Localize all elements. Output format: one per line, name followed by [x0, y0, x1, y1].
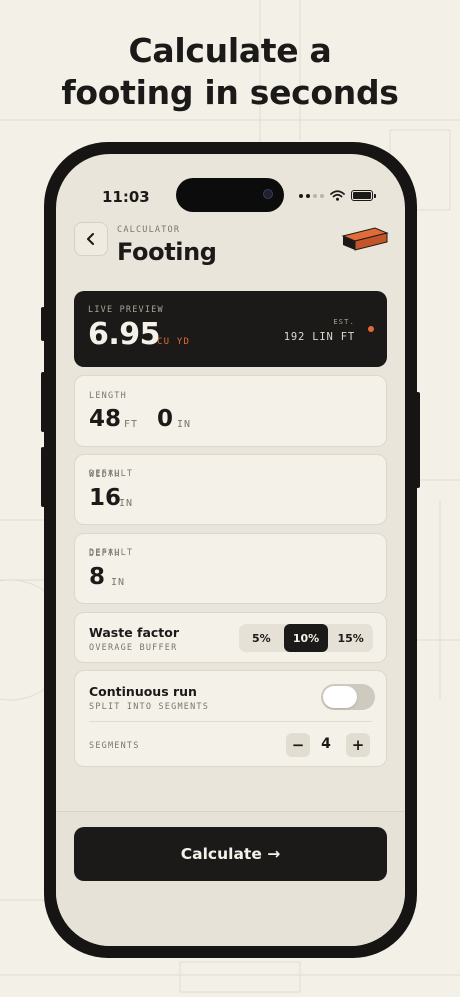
preview-linear-feet: 192 LIN FT	[283, 331, 355, 343]
width-unit: IN	[119, 498, 134, 509]
depth-default-badge: DEFAULT	[89, 548, 134, 558]
continuous-run-card: Continuous run SPLIT INTO SEGMENTS SEGME…	[74, 670, 387, 767]
cellular-icon	[299, 193, 324, 198]
calculate-button[interactable]: Calculate →	[74, 827, 387, 881]
waste-option-15[interactable]: 15%	[328, 624, 373, 652]
waste-factor-card: Waste factor OVERAGE BUFFER 5% 10% 15%	[74, 612, 387, 663]
battery-icon	[351, 190, 376, 201]
width-field[interactable]: WIDTH DEFAULT 16 IN	[74, 454, 387, 525]
page-title: Footing	[117, 238, 217, 266]
length-feet-value[interactable]: 48	[89, 406, 121, 432]
length-field[interactable]: LENGTH 48 FT 0 IN	[74, 375, 387, 447]
camera-icon	[263, 189, 273, 199]
length-feet-unit: FT	[124, 419, 139, 430]
phone-side-button	[41, 307, 45, 341]
phone-frame: 11:03 CALCULATOR Footing LIVE PREVIEW 6.…	[41, 142, 420, 958]
width-default-badge: DEFAULT	[89, 469, 134, 479]
length-label: LENGTH	[89, 391, 127, 401]
phone-power-button	[416, 392, 420, 488]
preview-volume-value: 6.95	[88, 317, 161, 352]
app-screen: 11:03 CALCULATOR Footing LIVE PREVIEW 6.…	[56, 154, 405, 946]
depth-unit: IN	[111, 577, 126, 588]
preview-volume-unit: CU YD	[157, 337, 191, 347]
depth-value[interactable]: 8	[89, 564, 105, 590]
status-time: 11:03	[102, 188, 150, 206]
segments-value: 4	[321, 736, 331, 752]
headline-line-1: Calculate a	[128, 31, 332, 70]
headline-line-2: footing in seconds	[61, 73, 399, 112]
waste-factor-title: Waste factor	[89, 625, 180, 640]
live-preview-card: LIVE PREVIEW 6.95 CU YD EST. 192 LIN FT	[74, 291, 387, 367]
bottom-action-bar: Calculate →	[56, 811, 405, 946]
continuous-run-subtitle: SPLIT INTO SEGMENTS	[89, 702, 210, 712]
phone-volume-up	[41, 372, 45, 432]
toggle-knob	[323, 686, 357, 708]
live-indicator-dot	[368, 326, 374, 332]
segments-decrement-button[interactable]: −	[286, 733, 310, 757]
phone-volume-down	[41, 447, 45, 507]
waste-option-10[interactable]: 10%	[283, 624, 329, 652]
continuous-run-title: Continuous run	[89, 684, 197, 699]
width-value[interactable]: 16	[89, 485, 121, 511]
wifi-icon	[330, 190, 345, 201]
length-inches-value[interactable]: 0	[157, 406, 173, 432]
preview-est-label: EST.	[333, 318, 355, 326]
length-inches-unit: IN	[177, 419, 192, 430]
chevron-left-icon	[87, 233, 94, 245]
segments-increment-button[interactable]: +	[346, 733, 370, 757]
dynamic-island	[176, 178, 284, 212]
segments-label: SEGMENTS	[89, 741, 140, 751]
waste-option-5[interactable]: 5%	[239, 624, 284, 652]
status-icons	[299, 190, 376, 201]
depth-field[interactable]: DEPTH DEFAULT 8 IN	[74, 533, 387, 604]
continuous-run-toggle[interactable]	[321, 684, 375, 710]
waste-factor-selector[interactable]: 5% 10% 15%	[239, 624, 373, 652]
headline: Calculate a footing in seconds	[0, 30, 460, 114]
waste-factor-subtitle: OVERAGE BUFFER	[89, 643, 178, 653]
card-divider	[89, 721, 372, 722]
preview-label: LIVE PREVIEW	[88, 305, 164, 315]
back-button[interactable]	[74, 222, 108, 256]
page-eyebrow: CALCULATOR	[117, 225, 181, 235]
brick-icon	[341, 227, 389, 251]
